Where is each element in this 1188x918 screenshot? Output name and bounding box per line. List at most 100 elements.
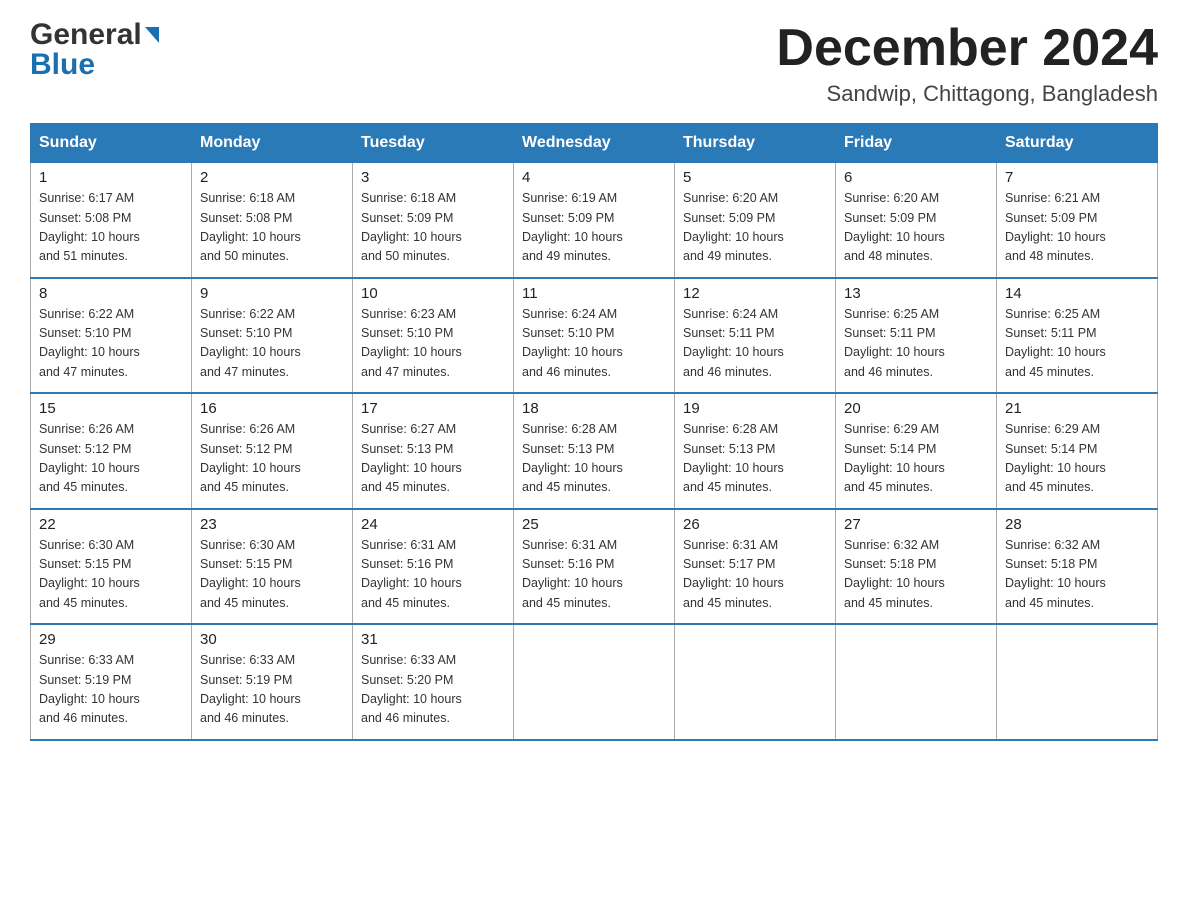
- col-header-thursday: Thursday: [675, 124, 836, 163]
- day-number: 9: [200, 285, 344, 302]
- day-info: Sunrise: 6:22 AMSunset: 5:10 PMDaylight:…: [200, 305, 344, 383]
- calendar-cell: 19Sunrise: 6:28 AMSunset: 5:13 PMDayligh…: [675, 393, 836, 509]
- day-number: 21: [1005, 400, 1149, 417]
- day-info: Sunrise: 6:31 AMSunset: 5:16 PMDaylight:…: [522, 536, 666, 614]
- day-number: 31: [361, 631, 505, 648]
- day-info: Sunrise: 6:18 AMSunset: 5:09 PMDaylight:…: [361, 189, 505, 267]
- day-info: Sunrise: 6:33 AMSunset: 5:20 PMDaylight:…: [361, 651, 505, 729]
- day-number: 10: [361, 285, 505, 302]
- calendar-cell: 4 Sunrise: 6:19 AMSunset: 5:09 PMDaylight…: [514, 163, 675, 278]
- day-number: 13: [844, 285, 988, 302]
- day-info: Sunrise: 6:33 AMSunset: 5:19 PMDaylight:…: [39, 651, 183, 729]
- calendar-week-row: 15 Sunrise: 6:26 AMSunset: 5:12 PMDayligh…: [31, 393, 1158, 509]
- calendar-cell: 13 Sunrise: 6:25 AMSunset: 5:11 PMDayligh…: [836, 278, 997, 394]
- calendar-cell: 9 Sunrise: 6:22 AMSunset: 5:10 PMDaylight…: [192, 278, 353, 394]
- calendar-cell: 23 Sunrise: 6:30 AMSunset: 5:15 PMDayligh…: [192, 509, 353, 625]
- day-number: 24: [361, 516, 505, 533]
- day-number: 27: [844, 516, 988, 533]
- day-info: Sunrise: 6:27 AMSunset: 5:13 PMDaylight:…: [361, 420, 505, 498]
- logo: General Blue: [30, 20, 159, 80]
- day-info: Sunrise: 6:31 AMSunset: 5:17 PMDaylight:…: [683, 536, 827, 614]
- calendar-cell: 5 Sunrise: 6:20 AMSunset: 5:09 PMDaylight…: [675, 163, 836, 278]
- calendar-week-row: 22 Sunrise: 6:30 AMSunset: 5:15 PMDayligh…: [31, 509, 1158, 625]
- calendar-cell: 22 Sunrise: 6:30 AMSunset: 5:15 PMDayligh…: [31, 509, 192, 625]
- day-number: 3: [361, 169, 505, 186]
- day-number: 22: [39, 516, 183, 533]
- day-number: 23: [200, 516, 344, 533]
- day-number: 8: [39, 285, 183, 302]
- day-info: Sunrise: 6:32 AMSunset: 5:18 PMDaylight:…: [844, 536, 988, 614]
- day-info: Sunrise: 6:29 AMSunset: 5:14 PMDaylight:…: [1005, 420, 1149, 498]
- day-number: 15: [39, 400, 183, 417]
- day-info: Sunrise: 6:24 AMSunset: 5:11 PMDaylight:…: [683, 305, 827, 383]
- logo-blue: Blue: [30, 50, 159, 80]
- location-subtitle: Sandwip, Chittagong, Bangladesh: [776, 81, 1158, 107]
- day-number: 29: [39, 631, 183, 648]
- calendar-cell: 11Sunrise: 6:24 AMSunset: 5:10 PMDayligh…: [514, 278, 675, 394]
- col-header-tuesday: Tuesday: [353, 124, 514, 163]
- day-number: 11: [522, 285, 666, 302]
- page-header: General Blue December 2024 Sandwip, Chit…: [30, 20, 1158, 107]
- day-number: 30: [200, 631, 344, 648]
- calendar-cell: [997, 624, 1158, 740]
- day-info: Sunrise: 6:26 AMSunset: 5:12 PMDaylight:…: [200, 420, 344, 498]
- day-number: 28: [1005, 516, 1149, 533]
- day-info: Sunrise: 6:31 AMSunset: 5:16 PMDaylight:…: [361, 536, 505, 614]
- col-header-wednesday: Wednesday: [514, 124, 675, 163]
- calendar-cell: 26 Sunrise: 6:31 AMSunset: 5:17 PMDayligh…: [675, 509, 836, 625]
- day-info: Sunrise: 6:23 AMSunset: 5:10 PMDaylight:…: [361, 305, 505, 383]
- calendar-week-row: 1 Sunrise: 6:17 AMSunset: 5:08 PMDaylight…: [31, 163, 1158, 278]
- day-number: 4: [522, 169, 666, 186]
- day-number: 20: [844, 400, 988, 417]
- day-number: 5: [683, 169, 827, 186]
- calendar-cell: 29 Sunrise: 6:33 AMSunset: 5:19 PMDayligh…: [31, 624, 192, 740]
- calendar-cell: 24 Sunrise: 6:31 AMSunset: 5:16 PMDayligh…: [353, 509, 514, 625]
- calendar-cell: 17 Sunrise: 6:27 AMSunset: 5:13 PMDayligh…: [353, 393, 514, 509]
- day-number: 17: [361, 400, 505, 417]
- calendar-week-row: 8 Sunrise: 6:22 AMSunset: 5:10 PMDaylight…: [31, 278, 1158, 394]
- calendar-table: SundayMondayTuesdayWednesdayThursdayFrid…: [30, 123, 1158, 741]
- day-info: Sunrise: 6:20 AMSunset: 5:09 PMDaylight:…: [683, 189, 827, 267]
- day-info: Sunrise: 6:20 AMSunset: 5:09 PMDaylight:…: [844, 189, 988, 267]
- day-number: 12: [683, 285, 827, 302]
- day-number: 19: [683, 400, 827, 417]
- day-info: Sunrise: 6:25 AMSunset: 5:11 PMDaylight:…: [844, 305, 988, 383]
- calendar-cell: 2Sunrise: 6:18 AMSunset: 5:08 PMDaylight…: [192, 163, 353, 278]
- month-year-title: December 2024: [776, 20, 1158, 77]
- day-info: Sunrise: 6:33 AMSunset: 5:19 PMDaylight:…: [200, 651, 344, 729]
- calendar-cell: 14Sunrise: 6:25 AMSunset: 5:11 PMDayligh…: [997, 278, 1158, 394]
- day-info: Sunrise: 6:30 AMSunset: 5:15 PMDaylight:…: [200, 536, 344, 614]
- calendar-cell: 1 Sunrise: 6:17 AMSunset: 5:08 PMDaylight…: [31, 163, 192, 278]
- day-number: 2: [200, 169, 344, 186]
- calendar-cell: 6 Sunrise: 6:20 AMSunset: 5:09 PMDaylight…: [836, 163, 997, 278]
- day-info: Sunrise: 6:17 AMSunset: 5:08 PMDaylight:…: [39, 189, 183, 267]
- calendar-cell: 25Sunrise: 6:31 AMSunset: 5:16 PMDayligh…: [514, 509, 675, 625]
- day-info: Sunrise: 6:30 AMSunset: 5:15 PMDaylight:…: [39, 536, 183, 614]
- calendar-cell: 27 Sunrise: 6:32 AMSunset: 5:18 PMDayligh…: [836, 509, 997, 625]
- calendar-cell: 30 Sunrise: 6:33 AMSunset: 5:19 PMDayligh…: [192, 624, 353, 740]
- day-info: Sunrise: 6:21 AMSunset: 5:09 PMDaylight:…: [1005, 189, 1149, 267]
- calendar-cell: 7Sunrise: 6:21 AMSunset: 5:09 PMDaylight…: [997, 163, 1158, 278]
- day-info: Sunrise: 6:32 AMSunset: 5:18 PMDaylight:…: [1005, 536, 1149, 614]
- day-number: 18: [522, 400, 666, 417]
- day-number: 6: [844, 169, 988, 186]
- day-info: Sunrise: 6:19 AMSunset: 5:09 PMDaylight:…: [522, 189, 666, 267]
- day-number: 1: [39, 169, 183, 186]
- day-number: 26: [683, 516, 827, 533]
- calendar-cell: [514, 624, 675, 740]
- day-number: 16: [200, 400, 344, 417]
- title-section: December 2024 Sandwip, Chittagong, Bangl…: [776, 20, 1158, 107]
- col-header-monday: Monday: [192, 124, 353, 163]
- calendar-cell: 20 Sunrise: 6:29 AMSunset: 5:14 PMDayligh…: [836, 393, 997, 509]
- calendar-cell: [836, 624, 997, 740]
- calendar-cell: [675, 624, 836, 740]
- day-info: Sunrise: 6:28 AMSunset: 5:13 PMDaylight:…: [522, 420, 666, 498]
- day-info: Sunrise: 6:22 AMSunset: 5:10 PMDaylight:…: [39, 305, 183, 383]
- col-header-friday: Friday: [836, 124, 997, 163]
- calendar-cell: 18 Sunrise: 6:28 AMSunset: 5:13 PMDayligh…: [514, 393, 675, 509]
- logo-general: General: [30, 20, 142, 50]
- day-info: Sunrise: 6:26 AMSunset: 5:12 PMDaylight:…: [39, 420, 183, 498]
- day-info: Sunrise: 6:29 AMSunset: 5:14 PMDaylight:…: [844, 420, 988, 498]
- calendar-header-row: SundayMondayTuesdayWednesdayThursdayFrid…: [31, 124, 1158, 163]
- logo-triangle-icon: [145, 27, 159, 43]
